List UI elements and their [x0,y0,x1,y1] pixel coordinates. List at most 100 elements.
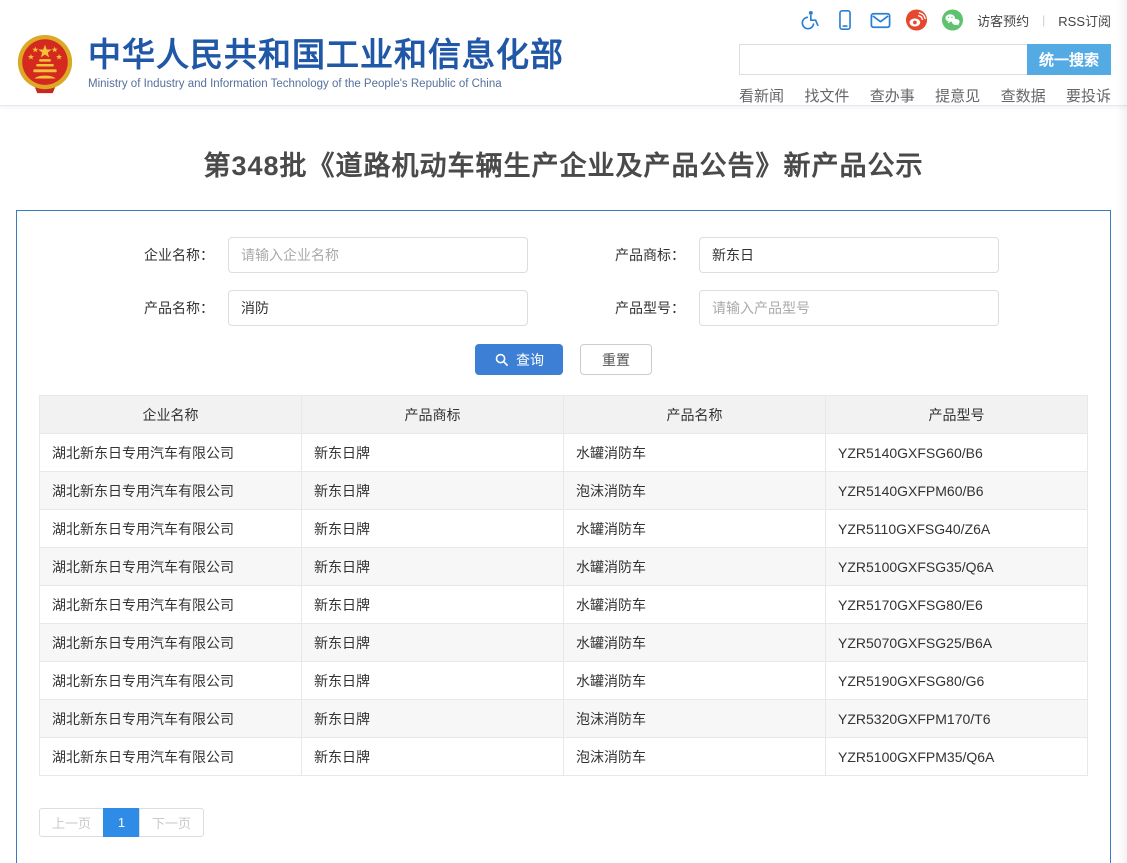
cell-model: YZR5100GXFPM35/Q6A [826,738,1088,776]
query-button-label: 查询 [516,350,544,370]
cell-brand: 新东日牌 [302,662,564,700]
form-buttons: 查询 重置 [17,344,1110,375]
cell-brand: 新东日牌 [302,624,564,662]
cell-company: 湖北新东日专用汽车有限公司 [40,510,302,548]
table-row: 湖北新东日专用汽车有限公司 新东日牌 泡沫消防车 YZR5100GXFPM35/… [40,738,1088,776]
cell-company: 湖北新东日专用汽车有限公司 [40,434,302,472]
product-name-label: 产品名称： [128,298,214,318]
cell-product-name: 泡沫消防车 [564,738,826,776]
accessibility-icon[interactable] [797,9,820,32]
weibo-icon[interactable] [905,9,928,32]
cell-brand: 新东日牌 [302,548,564,586]
nav-item-data[interactable]: 查数据 [1001,85,1046,106]
cell-company: 湖北新东日专用汽车有限公司 [40,472,302,510]
pagination-prev-button[interactable]: 上一页 [39,808,104,837]
cell-model: YZR5140GXFSG60/B6 [826,434,1088,472]
visitor-appointment-link[interactable]: 访客预约 [977,11,1029,30]
cell-model: YZR5170GXFSG80/E6 [826,586,1088,624]
content-panel: 企业名称： 产品商标： 产品名称： 产品型号： [16,210,1111,863]
cell-product-name: 水罐消防车 [564,510,826,548]
rss-subscribe-link[interactable]: RSS订阅 [1058,11,1111,30]
cell-model: YZR5100GXFSG35/Q6A [826,548,1088,586]
col-header-brand: 产品商标 [302,396,564,434]
cell-product-name: 泡沫消防车 [564,472,826,510]
mail-icon[interactable] [869,9,892,32]
site-title-block: 中华人民共和国工业和信息化部 Ministry of Industry and … [88,37,564,89]
site-search: 统一搜索 [739,44,1111,75]
col-header-product-name: 产品名称 [564,396,826,434]
cell-brand: 新东日牌 [302,700,564,738]
cell-company: 湖北新东日专用汽车有限公司 [40,738,302,776]
cell-brand: 新东日牌 [302,586,564,624]
cell-company: 湖北新东日专用汽车有限公司 [40,586,302,624]
table-row: 湖北新东日专用汽车有限公司 新东日牌 水罐消防车 YZR5190GXFSG80/… [40,662,1088,700]
enterprise-name-input[interactable] [228,237,528,273]
national-emblem-icon [14,33,76,95]
product-name-field: 产品名称： [128,290,528,326]
enterprise-name-field: 企业名称： [128,237,528,273]
product-brand-input[interactable] [699,237,999,273]
utility-row: 访客预约 | RSS订阅 [739,8,1111,32]
cell-brand: 新东日牌 [302,738,564,776]
site-logo-link[interactable]: 中华人民共和国工业和信息化部 Ministry of Industry and … [14,22,564,105]
nav-item-suggestions[interactable]: 提意见 [935,85,980,106]
table-row: 湖北新东日专用汽车有限公司 新东日牌 水罐消防车 YZR5070GXFSG25/… [40,624,1088,662]
cell-company: 湖北新东日专用汽车有限公司 [40,548,302,586]
mobile-icon[interactable] [833,9,856,32]
cell-product-name: 水罐消防车 [564,434,826,472]
pagination-page-1-button[interactable]: 1 [103,808,140,837]
table-row: 湖北新东日专用汽车有限公司 新东日牌 泡沫消防车 YZR5140GXFPM60/… [40,472,1088,510]
results-table: 企业名称 产品商标 产品名称 产品型号 湖北新东日专用汽车有限公司 新东日牌 水… [39,395,1088,776]
site-header: 中华人民共和国工业和信息化部 Ministry of Industry and … [0,0,1127,106]
cell-model: YZR5140GXFPM60/B6 [826,472,1088,510]
table-row: 湖北新东日专用汽车有限公司 新东日牌 水罐消防车 YZR5110GXFSG40/… [40,510,1088,548]
cell-model: YZR5110GXFSG40/Z6A [826,510,1088,548]
site-search-input[interactable] [739,44,1027,75]
cell-company: 湖北新东日专用汽车有限公司 [40,624,302,662]
cell-product-name: 泡沫消防车 [564,700,826,738]
page-title: 第348批《道路机动车辆生产企业及产品公告》新产品公示 [0,144,1127,183]
enterprise-name-label: 企业名称： [128,245,214,265]
header-right: 访客预约 | RSS订阅 统一搜索 看新闻 找文件 查办事 提意见 查数据 要投… [739,0,1111,105]
product-model-input[interactable] [699,290,999,326]
col-header-model: 产品型号 [826,396,1088,434]
product-brand-field: 产品商标： [599,237,999,273]
nav-item-complaints[interactable]: 要投诉 [1066,85,1111,106]
nav-item-news[interactable]: 看新闻 [739,85,784,106]
site-subtitle: Ministry of Industry and Information Tec… [88,78,564,90]
table-row: 湖北新东日专用汽车有限公司 新东日牌 水罐消防车 YZR5100GXFSG35/… [40,548,1088,586]
cell-product-name: 水罐消防车 [564,548,826,586]
cell-brand: 新东日牌 [302,472,564,510]
header-nav: 看新闻 找文件 查办事 提意见 查数据 要投诉 [739,85,1111,106]
col-header-enterprise: 企业名称 [40,396,302,434]
query-button[interactable]: 查询 [475,344,563,375]
table-row: 湖北新东日专用汽车有限公司 新东日牌 水罐消防车 YZR5140GXFSG60/… [40,434,1088,472]
table-header-row: 企业名称 产品商标 产品名称 产品型号 [40,396,1088,434]
nav-item-documents[interactable]: 找文件 [804,85,849,106]
cell-company: 湖北新东日专用汽车有限公司 [40,700,302,738]
cell-company: 湖北新东日专用汽车有限公司 [40,662,302,700]
cell-product-name: 水罐消防车 [564,662,826,700]
wechat-icon[interactable] [941,9,964,32]
reset-button[interactable]: 重置 [580,344,652,375]
cell-product-name: 水罐消防车 [564,586,826,624]
search-icon [494,352,509,367]
product-brand-label: 产品商标： [599,245,685,265]
quick-links-divider: | [1042,13,1045,27]
table-row: 湖北新东日专用汽车有限公司 新东日牌 泡沫消防车 YZR5320GXFPM170… [40,700,1088,738]
cell-product-name: 水罐消防车 [564,624,826,662]
pagination-next-button[interactable]: 下一页 [139,808,204,837]
cell-model: YZR5190GXFSG80/G6 [826,662,1088,700]
product-name-input[interactable] [228,290,528,326]
cell-model: YZR5320GXFPM170/T6 [826,700,1088,738]
product-model-field: 产品型号： [599,290,999,326]
cell-brand: 新东日牌 [302,510,564,548]
unified-search-button[interactable]: 统一搜索 [1027,44,1111,75]
cell-model: YZR5070GXFSG25/B6A [826,624,1088,662]
nav-item-services[interactable]: 查办事 [870,85,915,106]
search-form-row-1: 企业名称： 产品商标： [17,237,1110,273]
page: 中华人民共和国工业和信息化部 Ministry of Industry and … [0,0,1127,863]
site-title: 中华人民共和国工业和信息化部 [88,37,564,73]
search-form-row-2: 产品名称： 产品型号： [17,290,1110,326]
cell-brand: 新东日牌 [302,434,564,472]
